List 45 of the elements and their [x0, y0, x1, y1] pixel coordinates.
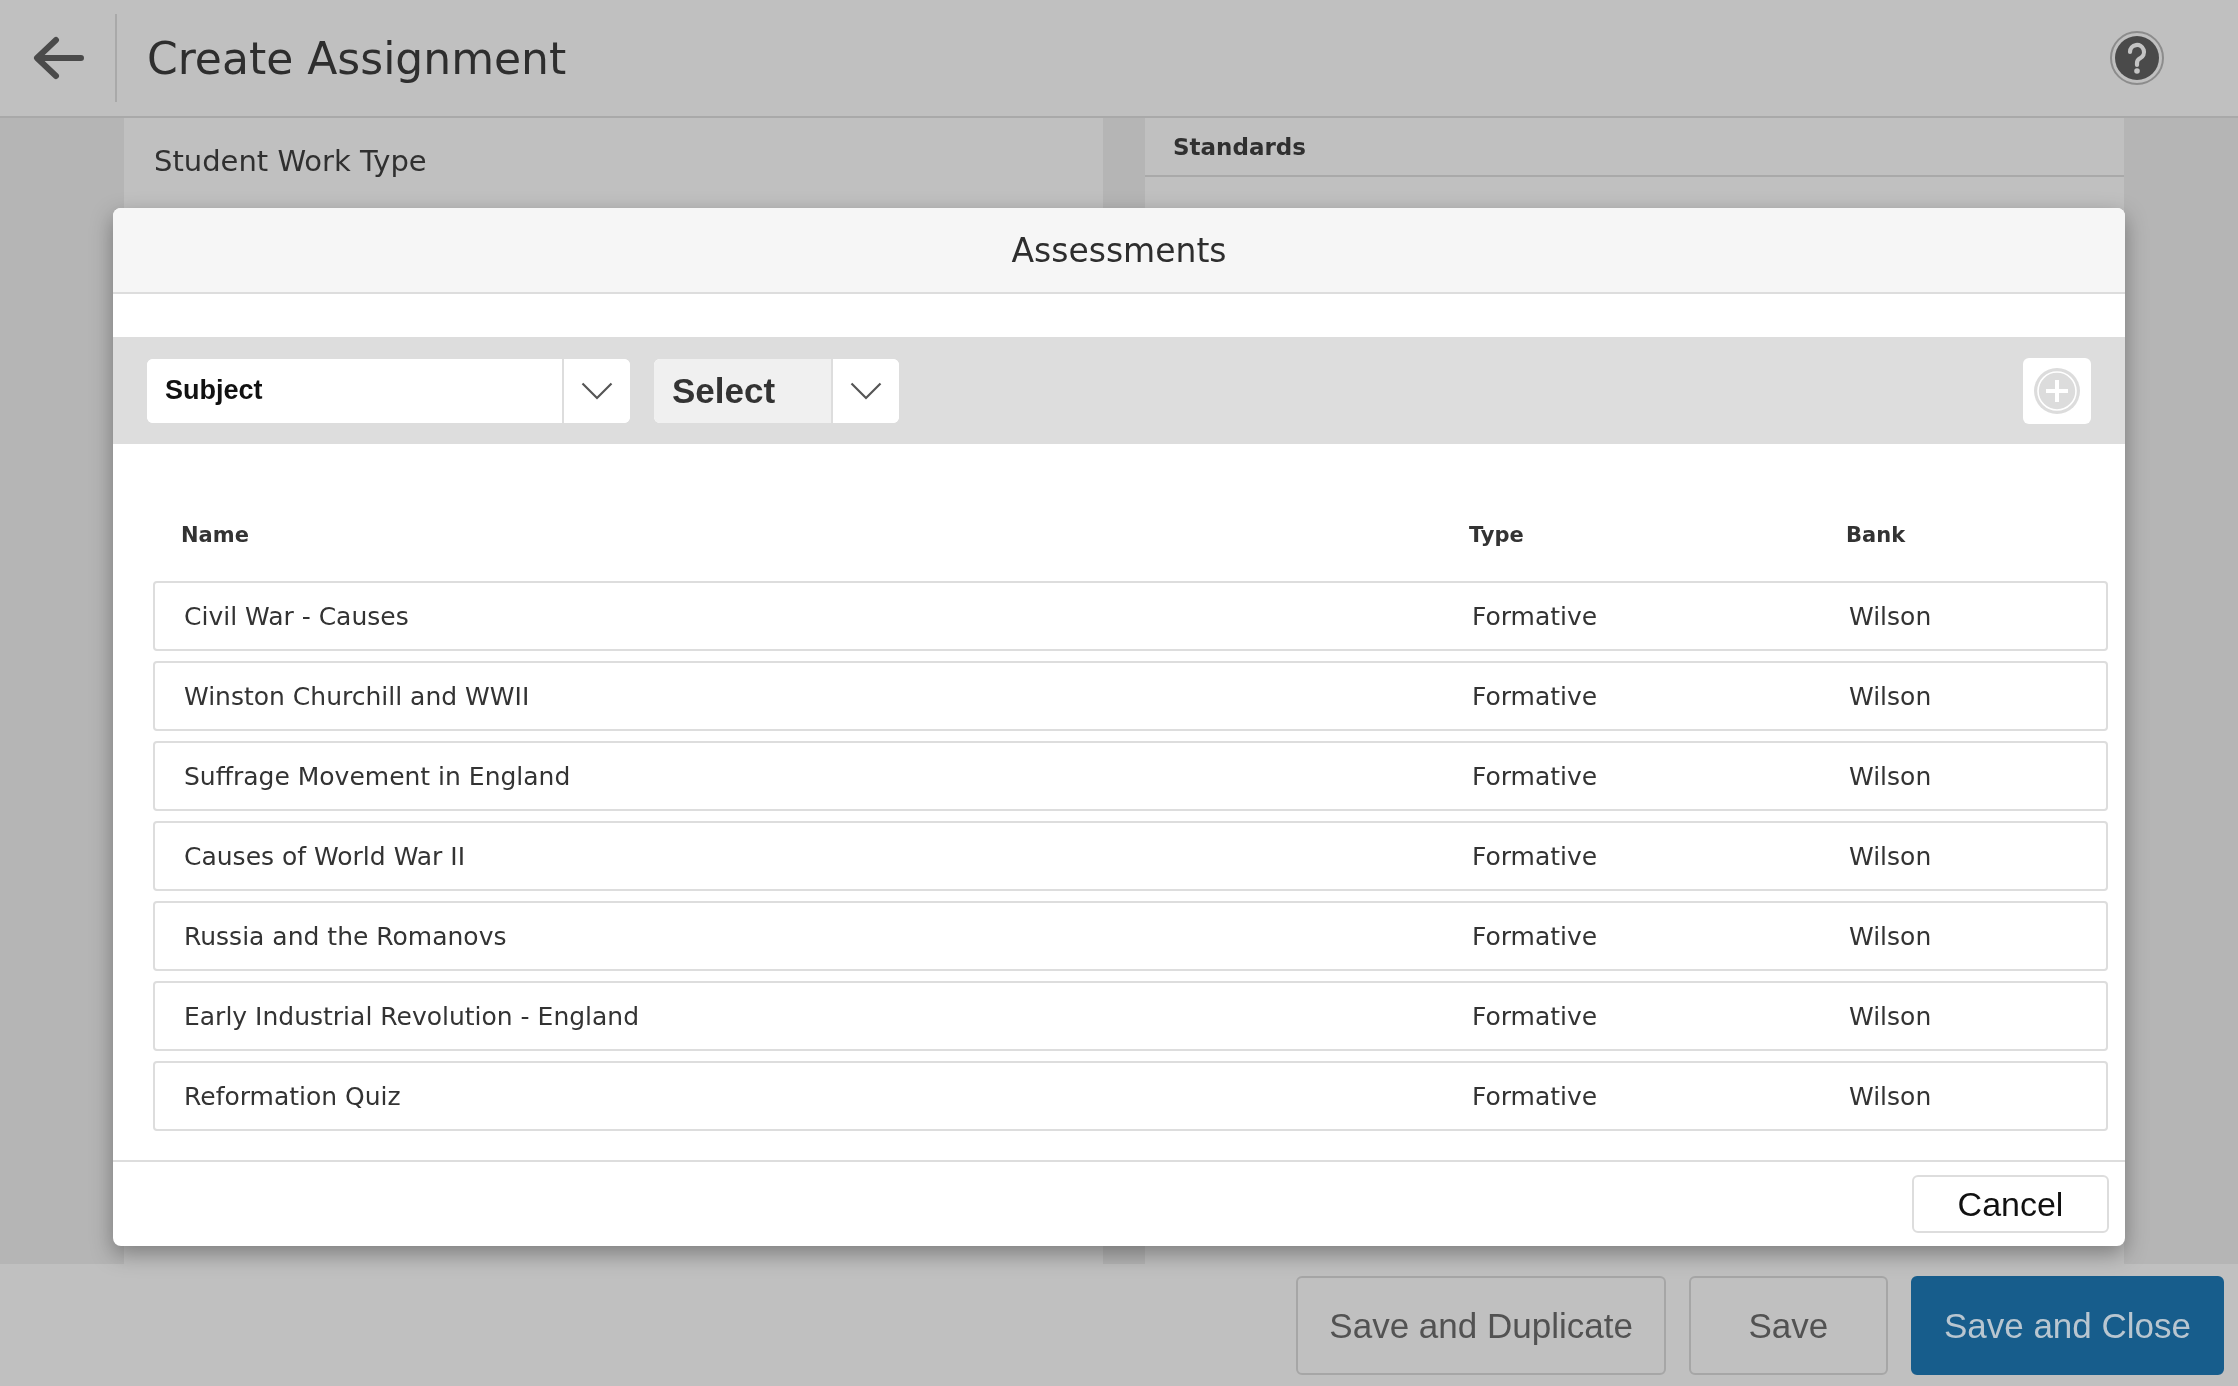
- table-row[interactable]: Civil War - Causes Formative Wilson: [153, 581, 2108, 651]
- table-cell: Wilson: [1849, 761, 1932, 791]
- table-cell: Russia and the Romanovs: [184, 921, 507, 951]
- column-header: Type: [1469, 523, 1524, 547]
- table-row[interactable]: Reformation Quiz Formative Wilson: [153, 1061, 2108, 1131]
- dropdown[interactable]: Subject: [147, 358, 630, 423]
- table-cell: Wilson: [1849, 601, 1932, 631]
- table-cell: Formative: [1472, 1081, 1598, 1111]
- table-row[interactable]: Early Industrial Revolution - England Formative Wilson: [153, 981, 2108, 1051]
- table-cell: Winston Churchill and WWII: [184, 681, 530, 711]
- primary-button[interactable]: Save and Close: [1910, 1276, 2224, 1375]
- table-cell: Civil War - Causes: [184, 601, 409, 631]
- table-row[interactable]: Russia and the Romanovs Formative Wilson: [153, 901, 2108, 971]
- table-cell: Formative: [1472, 1001, 1598, 1031]
- table-cell: Formative: [1472, 681, 1598, 711]
- table-cell: Formative: [1472, 761, 1598, 791]
- dropdown[interactable]: Select: [654, 358, 899, 423]
- table-row[interactable]: Suffrage Movement in England Formative Wilson: [153, 741, 2108, 811]
- table-cell: Reformation Quiz: [184, 1081, 401, 1111]
- chevron-down-icon: [581, 381, 613, 400]
- column-header: Bank: [1846, 523, 1906, 547]
- panel-title: Standards: [1173, 133, 1306, 160]
- table-cell: Wilson: [1849, 921, 1932, 951]
- table-cell: Formative: [1472, 841, 1598, 871]
- table-cell: Formative: [1472, 921, 1598, 951]
- chevron-down-icon: [850, 381, 882, 400]
- table-cell: Early Industrial Revolution - England: [184, 1001, 640, 1031]
- table-cell: Causes of World War II: [184, 841, 466, 871]
- table-cell: Formative: [1472, 601, 1598, 631]
- table-row[interactable]: Winston Churchill and WWII Formative Wilson: [153, 661, 2108, 731]
- secondary-button[interactable]: Save and Duplicate: [1296, 1276, 1666, 1375]
- field-label: Student Work Type: [154, 144, 427, 178]
- column-header: Name: [181, 523, 249, 547]
- help-button[interactable]: [2110, 31, 2164, 85]
- table-cell: Wilson: [1849, 681, 1932, 711]
- page-title: Create Assignment: [147, 32, 567, 84]
- help-icon: [2110, 31, 2164, 85]
- modal-title: Assessments: [1011, 230, 1227, 270]
- table-cell: Suffrage Movement in England: [184, 761, 571, 791]
- table-row[interactable]: Causes of World War II Formative Wilson: [153, 821, 2108, 891]
- secondary-button[interactable]: Save: [1688, 1276, 1888, 1375]
- table-cell: Wilson: [1849, 1001, 1932, 1031]
- table-cell: Wilson: [1849, 841, 1932, 871]
- cancel-button[interactable]: Cancel: [1912, 1175, 2109, 1233]
- table-cell: Wilson: [1849, 1081, 1932, 1111]
